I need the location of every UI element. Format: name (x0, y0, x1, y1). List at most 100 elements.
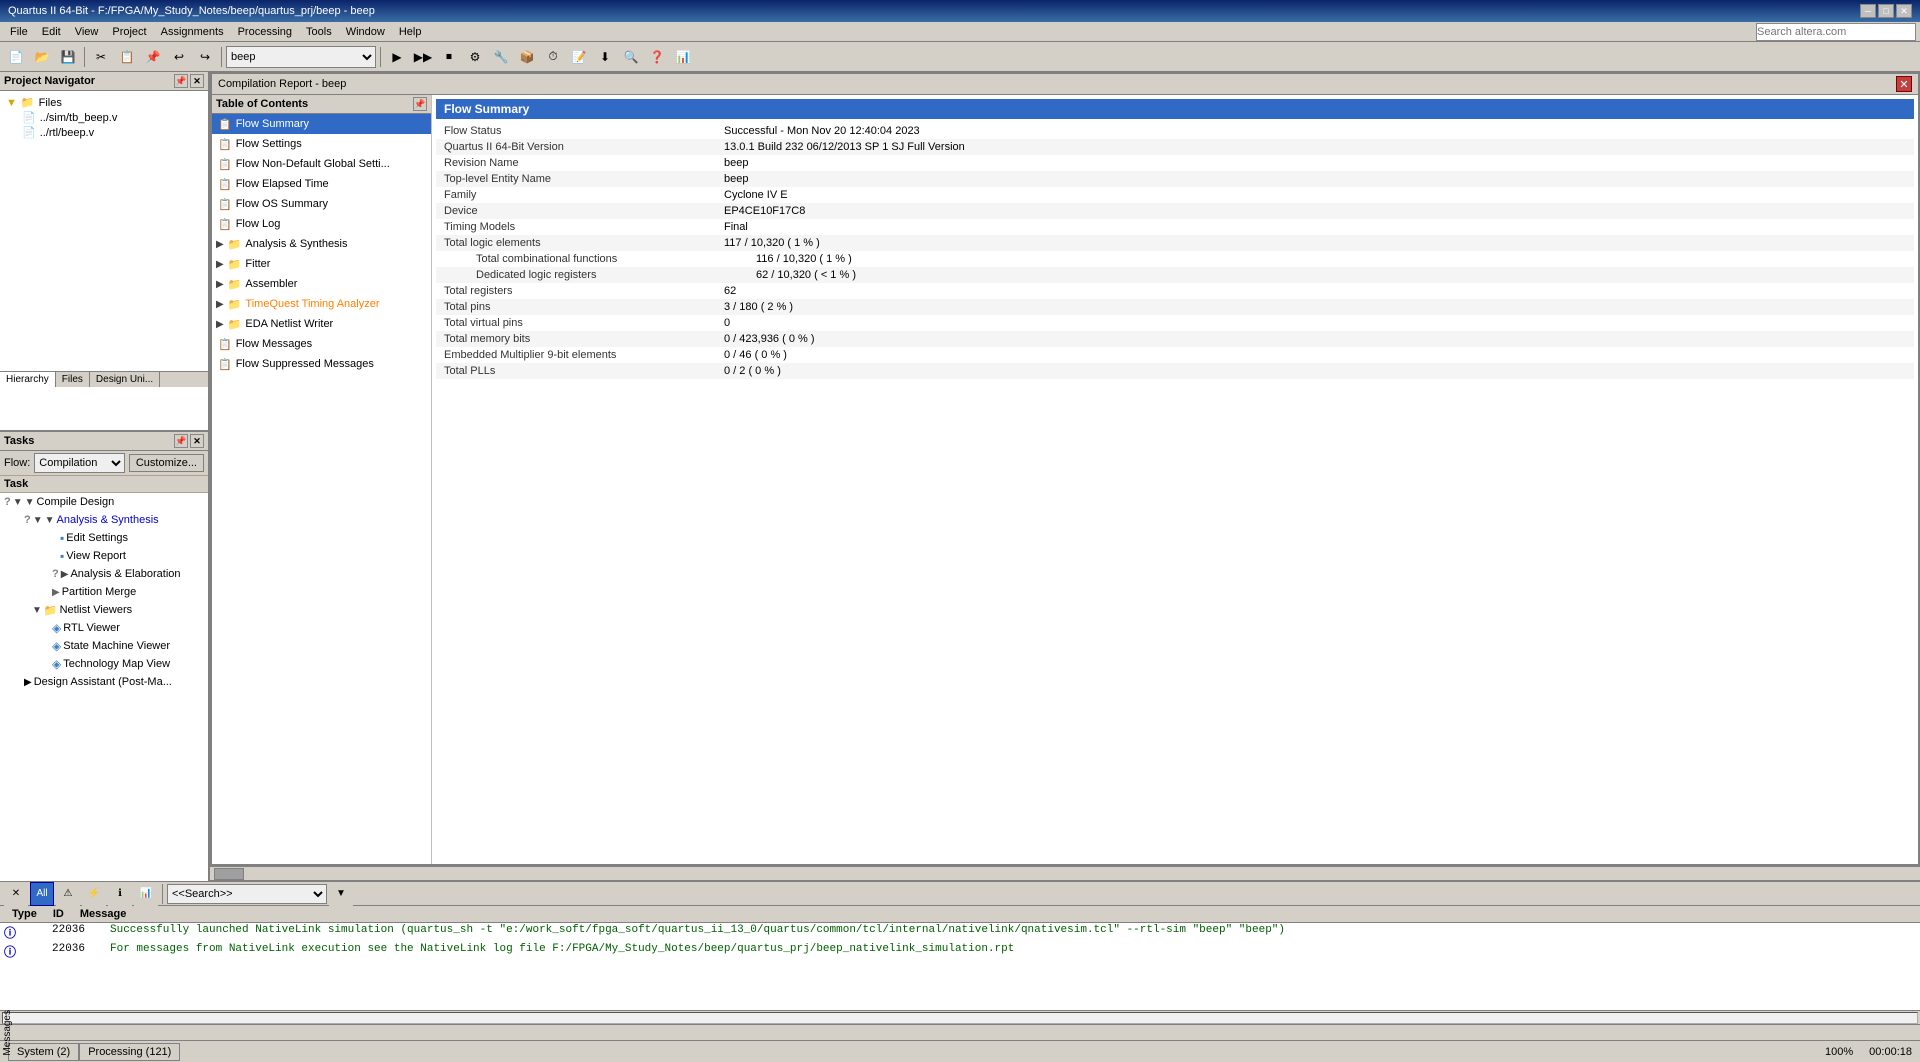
eda-button[interactable]: 📝 (567, 45, 591, 69)
task-netlist-viewers[interactable]: ▼ 📁 Netlist Viewers (28, 601, 208, 619)
msg-error-button[interactable]: ⚠ (56, 882, 80, 906)
menu-help[interactable]: Help (393, 24, 428, 40)
nav-tab-design-units[interactable]: Design Uni... (90, 372, 160, 387)
redo-button[interactable]: ↪ (193, 45, 217, 69)
toc-label-eda: EDA Netlist Writer (245, 318, 333, 330)
msg-extra-button[interactable]: 📊 (134, 882, 158, 906)
nav-close-button[interactable]: ✕ (190, 74, 204, 88)
toc-item-flow-settings[interactable]: 📋 Flow Settings (212, 134, 431, 154)
minimize-button[interactable]: ─ (1860, 4, 1876, 18)
task-compile-design[interactable]: ? ▼ ▼ Compile Design (0, 493, 208, 511)
toc-item-flow-elapsed[interactable]: 📋 Flow Elapsed Time (212, 174, 431, 194)
tasks-pin-button[interactable]: 📌 (174, 434, 188, 448)
menu-file[interactable]: File (4, 24, 34, 40)
menu-view[interactable]: View (69, 24, 105, 40)
task-analysis-elaboration[interactable]: ? ▶ Analysis & Elaboration (48, 565, 208, 583)
toc-item-flow-os[interactable]: 📋 Flow OS Summary (212, 194, 431, 214)
toc-item-flow-non-default[interactable]: 📋 Flow Non-Default Global Setti... (212, 154, 431, 174)
msg-info-button[interactable]: ℹ (108, 882, 132, 906)
nav-folder-files[interactable]: ▼ 📁 Files (4, 95, 204, 110)
analysis-expander-2[interactable]: ▼ (45, 515, 55, 526)
msg-warning-button[interactable]: ⚡ (82, 882, 106, 906)
message-header: Type ID Message (0, 906, 1920, 923)
toc-item-fitter[interactable]: ▶ 📁 Fitter (212, 254, 431, 274)
toc-item-analysis-synthesis[interactable]: ▶ 📁 Analysis & Synthesis (212, 234, 431, 254)
msg-search-select[interactable]: <<Search>> (167, 884, 327, 904)
toc-label-flow-os: Flow OS Summary (236, 198, 328, 210)
nav-file-beep[interactable]: 📄 ../rtl/beep.v (20, 125, 204, 140)
compile-expander-2[interactable]: ▼ (25, 497, 35, 508)
toc-item-flow-messages[interactable]: 📋 Flow Messages (212, 334, 431, 354)
msg-scrollbar[interactable] (2, 1012, 1918, 1024)
toc-timequest-expander[interactable]: ▶ (216, 299, 224, 310)
undo-button[interactable]: ↩ (167, 45, 191, 69)
flow-dropdown[interactable]: Compilation (34, 453, 125, 473)
stop-button[interactable]: ⏹ (437, 45, 461, 69)
menu-window[interactable]: Window (340, 24, 391, 40)
menu-assignments[interactable]: Assignments (155, 24, 230, 40)
prog-button[interactable]: ⬇ (593, 45, 617, 69)
analyze-button[interactable]: ⚙ (463, 45, 487, 69)
nav-tab-hierarchy[interactable]: Hierarchy (0, 372, 56, 387)
task-state-machine-viewer[interactable]: ◈ State Machine Viewer (48, 637, 208, 655)
toc-item-flow-log[interactable]: 📋 Flow Log (212, 214, 431, 234)
save-button[interactable]: 💾 (56, 45, 80, 69)
task-design-assistant[interactable]: ▶ Design Assistant (Post-Ma... (20, 673, 208, 691)
toc-item-flow-summary[interactable]: 📋 Flow Summary (212, 114, 431, 134)
timing-button[interactable]: ⏱ (541, 45, 565, 69)
copy-button[interactable]: 📋 (115, 45, 139, 69)
netlist-expander[interactable]: ▼ (32, 605, 42, 616)
toc-item-assembler[interactable]: ▶ 📁 Assembler (212, 274, 431, 294)
report-close-button[interactable]: ✕ (1896, 76, 1912, 92)
scroll-thumb[interactable] (214, 868, 244, 880)
nav-file-tb-beep[interactable]: 📄 ../sim/tb_beep.v (20, 110, 204, 125)
maximize-button[interactable]: □ (1878, 4, 1894, 18)
open-button[interactable]: 📂 (30, 45, 54, 69)
msg-search-dropdown[interactable]: ▼ (329, 882, 353, 906)
fitter-button[interactable]: 🔧 (489, 45, 513, 69)
menu-processing[interactable]: Processing (232, 24, 298, 40)
assembler-button[interactable]: 📦 (515, 45, 539, 69)
menu-project[interactable]: Project (106, 24, 152, 40)
customize-button[interactable]: Customize... (129, 454, 204, 472)
toc-pin-button[interactable]: 📌 (413, 97, 427, 111)
toc-eda-expander[interactable]: ▶ (216, 319, 224, 330)
task-partition-merge[interactable]: ▶ Partition Merge (48, 583, 208, 601)
toc-assembler-expander[interactable]: ▶ (216, 279, 224, 290)
status-tab-processing[interactable]: Processing (121) (79, 1043, 180, 1061)
compile-button[interactable]: ▶ (385, 45, 409, 69)
menu-tools[interactable]: Tools (300, 24, 338, 40)
toc-item-timequest[interactable]: ▶ 📁 TimeQuest Timing Analyzer (212, 294, 431, 314)
msg-all-button[interactable]: All (30, 882, 54, 906)
horizontal-scrollbar[interactable] (210, 866, 1920, 880)
start-button[interactable]: ▶▶ (411, 45, 435, 69)
rtl-button[interactable]: 🔍 (619, 45, 643, 69)
menu-edit[interactable]: Edit (36, 24, 67, 40)
status-tab-system[interactable]: System (2) (8, 1043, 79, 1061)
paste-button[interactable]: 📌 (141, 45, 165, 69)
cut-button[interactable]: ✂ (89, 45, 113, 69)
task-rtl-viewer[interactable]: ◈ RTL Viewer (48, 619, 208, 637)
task-analysis-synthesis-row[interactable]: ? ▼ ▼ Analysis & Synthesis (20, 511, 208, 529)
task-tech-map-view[interactable]: ◈ Technology Map View (48, 655, 208, 673)
toc-fitter-expander[interactable]: ▶ (216, 259, 224, 270)
flow-select[interactable]: beep (226, 46, 376, 68)
toc-item-eda[interactable]: ▶ 📁 EDA Netlist Writer (212, 314, 431, 334)
compile-expander[interactable]: ▼ (13, 497, 23, 508)
help-button[interactable]: ❓ (645, 45, 669, 69)
task-view-report[interactable]: ▪ View Report (56, 547, 208, 565)
toc-item-flow-suppressed[interactable]: 📋 Flow Suppressed Messages (212, 354, 431, 374)
new-button[interactable]: 📄 (4, 45, 28, 69)
elaboration-expander[interactable]: ▶ (61, 569, 69, 580)
msg-clear-button[interactable]: ✕ (4, 882, 28, 906)
extra-button[interactable]: 📊 (671, 45, 695, 69)
analysis-expander[interactable]: ▼ (33, 515, 43, 526)
close-button[interactable]: ✕ (1896, 4, 1912, 18)
nav-tab-files[interactable]: Files (56, 372, 90, 387)
task-edit-settings[interactable]: ▪ Edit Settings (56, 529, 208, 547)
search-input[interactable] (1756, 23, 1916, 41)
tasks-close-button[interactable]: ✕ (190, 434, 204, 448)
toc-analysis-expander[interactable]: ▶ (216, 239, 224, 250)
nav-pin-button[interactable]: 📌 (174, 74, 188, 88)
design-asst-expander[interactable]: ▶ (24, 677, 32, 688)
